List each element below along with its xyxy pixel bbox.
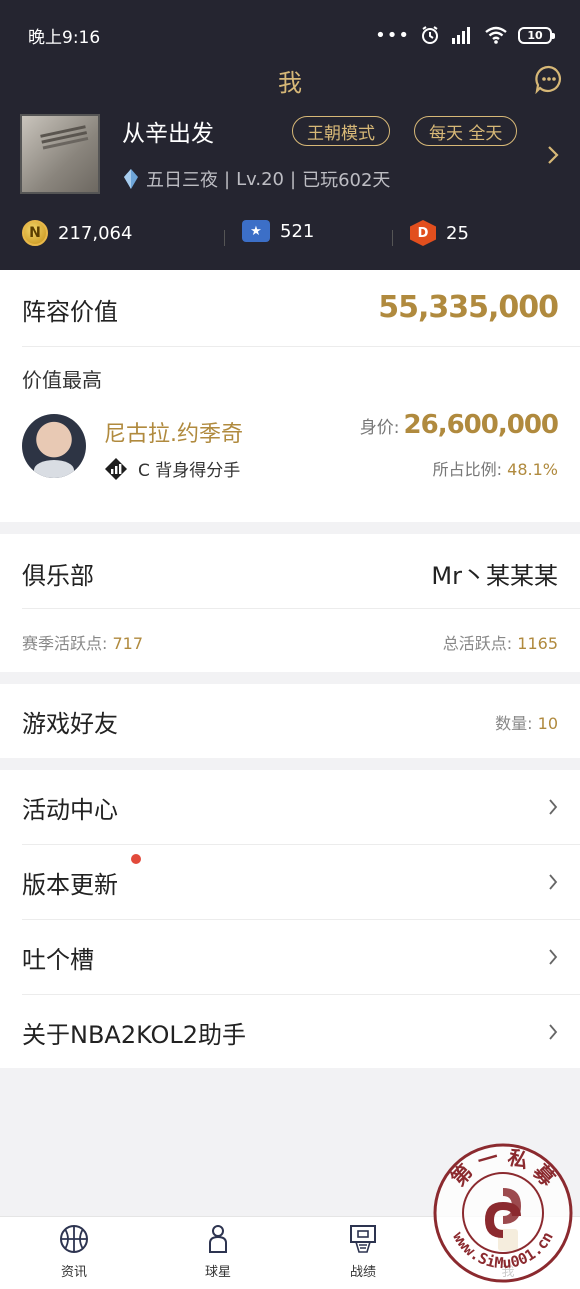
diamond-rank-icon (124, 169, 138, 189)
coin-balance: N 217,064 (22, 220, 132, 246)
basketball-icon (60, 1225, 88, 1253)
friends-count: 数量: 10 (495, 710, 558, 734)
menu-item-label: 吐个槽 (22, 946, 94, 974)
season-activity-value: 717 (112, 634, 144, 653)
divider (22, 346, 580, 347)
friends-label: 游戏好友 (22, 710, 118, 738)
d-badge-icon: D (410, 220, 436, 246)
username: 从辛出发 (122, 121, 214, 147)
total-activity-label: 总活跃点: (442, 634, 513, 653)
status-time: 晚上9:16 (28, 27, 101, 48)
player-ratio: 所占比例: 48.1% (433, 456, 558, 480)
menu-card: 活动中心 版本更新 吐个槽 关于NBA2KOL2助手 (0, 770, 580, 1068)
schedule-badge: 每天 全天 (414, 116, 518, 146)
coin-value: 217,064 (58, 222, 133, 244)
menu-item-version-update[interactable]: 版本更新 (0, 845, 580, 920)
alarm-icon (422, 26, 438, 44)
chevron-right-icon[interactable] (546, 144, 560, 166)
tab-label: 战绩 (349, 1265, 376, 1280)
season-activity: 赛季活跃点: 717 (22, 630, 143, 654)
avatar[interactable] (20, 114, 100, 194)
currency-row: N 217,064 ★ 521 D 25 (0, 220, 580, 256)
watermark-seal: 第 一 私 募 www.SiMu001.cn (433, 1143, 573, 1283)
chat-icon[interactable] (534, 64, 564, 94)
tab-news[interactable]: 资讯 (24, 1223, 124, 1287)
played-days-text: 已玩602天 (302, 170, 391, 191)
star-value: 521 (280, 220, 315, 242)
player-icon (209, 1225, 227, 1253)
player-avatar (22, 414, 86, 478)
status-icons: ••• 10 (375, 24, 555, 46)
total-activity-value: 1165 (517, 634, 558, 653)
ratio-label: 所占比例: (432, 460, 503, 479)
status-bar: 晚上9:16 ••• 10 (0, 18, 580, 52)
total-activity: 总活跃点: 1165 (443, 630, 558, 654)
profile-header: 晚上9:16 ••• 10 我 从辛出发 王朝模式 每天 全天 五日三夜 | L… (0, 0, 580, 270)
page-title: 我 (278, 68, 302, 97)
meta-separator: | (224, 168, 231, 190)
d-balance: D 25 (410, 220, 469, 246)
star-balance: ★ 521 (242, 220, 314, 242)
menu-item-label: 版本更新 (22, 871, 118, 899)
ratio-value: 48.1% (507, 460, 558, 479)
mode-badge: 王朝模式 (292, 116, 390, 146)
chevron-right-icon (549, 1024, 558, 1040)
tab-record[interactable]: 战绩 (313, 1223, 413, 1287)
more-dots-icon: ••• (375, 24, 410, 46)
profile-summary[interactable]: 从辛出发 王朝模式 每天 全天 五日三夜 | Lv.20 | 已玩602天 (20, 114, 560, 196)
profile-meta: 五日三夜 | Lv.20 | 已玩602天 (122, 166, 390, 192)
player-position-text: C 背身得分手 (138, 461, 241, 481)
friends-count-label: 数量: (495, 714, 533, 733)
coin-icon: N (22, 220, 48, 246)
position-icon (105, 457, 127, 480)
battery-icon: 10 (518, 26, 555, 44)
tab-label: 资讯 (60, 1265, 87, 1280)
hoop-icon (350, 1225, 376, 1253)
menu-item-activity-center[interactable]: 活动中心 (0, 770, 580, 845)
lineup-value: 55,335,000 (378, 290, 559, 325)
lineup-card[interactable]: 阵容价值 55,335,000 价值最高 尼古拉.约季奇 C 背身得分手 身价:… (0, 270, 580, 522)
friends-card[interactable]: 游戏好友 数量: 10 (0, 684, 580, 758)
divider (224, 230, 225, 246)
club-label: 俱乐部 (22, 562, 94, 590)
star-icon: ★ (242, 220, 270, 242)
tab-label: 球星 (204, 1265, 231, 1280)
lineup-value-label: 阵容价值 (22, 298, 118, 326)
meta-separator: | (290, 168, 297, 190)
divider (392, 230, 393, 246)
chevron-right-icon (549, 874, 558, 890)
price-value: 26,600,000 (403, 410, 559, 440)
level-text: Lv.20 (236, 168, 284, 190)
player-name: 尼古拉.约季奇 (104, 422, 243, 447)
friends-count-value: 10 (537, 714, 558, 733)
chevron-right-icon (549, 799, 558, 815)
club-name: Mr丶某某某 (431, 562, 558, 590)
menu-item-about[interactable]: 关于NBA2KOL2助手 (0, 995, 580, 1070)
season-activity-label: 赛季活跃点: (22, 634, 108, 653)
menu-item-label: 关于NBA2KOL2助手 (22, 1021, 247, 1049)
top-value-label: 价值最高 (22, 368, 102, 392)
title-bar: 我 (0, 58, 580, 102)
player-position: C 背身得分手 (104, 456, 240, 481)
club-card[interactable]: 俱乐部 Mr丶某某某 赛季活跃点: 717 总活跃点: 1165 (0, 534, 580, 672)
notification-dot (131, 854, 141, 864)
chevron-right-icon (549, 949, 558, 965)
player-price: 身价: 26,600,000 (359, 410, 559, 440)
menu-item-label: 活动中心 (22, 796, 118, 824)
menu-item-feedback[interactable]: 吐个槽 (0, 920, 580, 995)
signal-icon (452, 27, 470, 44)
price-label: 身价: (359, 418, 400, 438)
divider (22, 608, 580, 609)
wifi-icon (485, 26, 507, 44)
tab-players[interactable]: 球星 (168, 1223, 268, 1287)
d-value: 25 (446, 222, 469, 244)
rank-text: 五日三夜 (146, 170, 218, 191)
